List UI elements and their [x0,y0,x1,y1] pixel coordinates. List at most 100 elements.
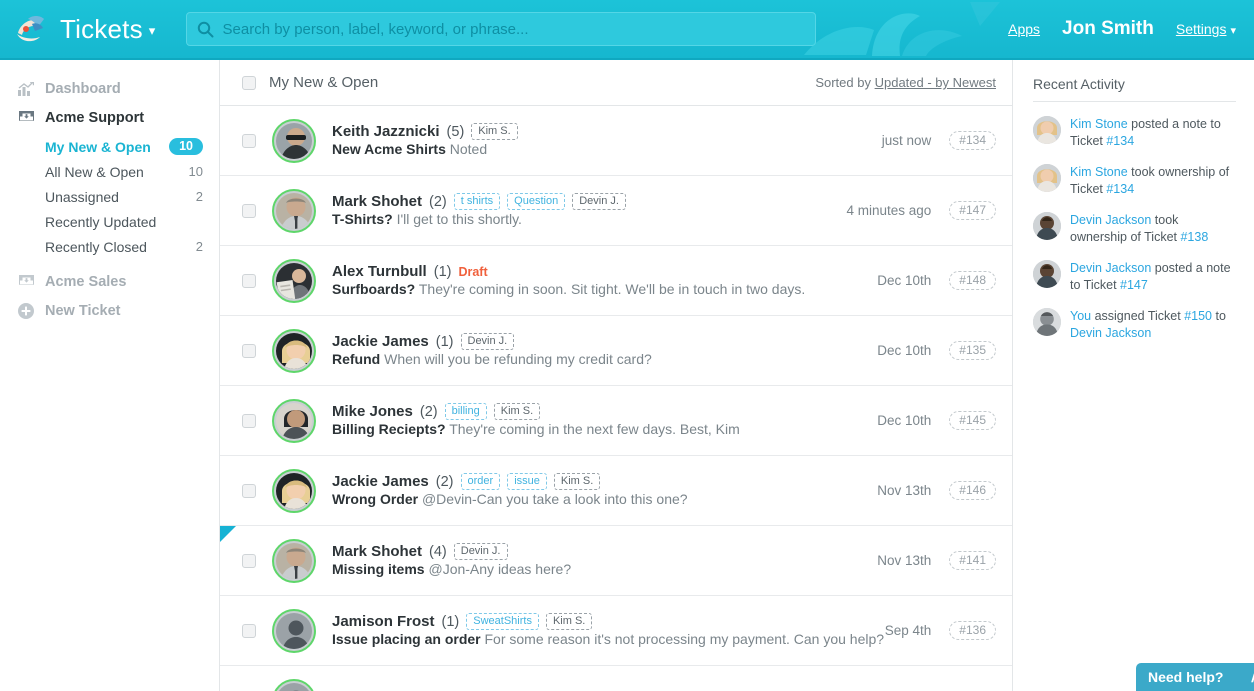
select-all-checkbox[interactable] [242,75,256,90]
need-help-button[interactable]: Need help? ∧ [1136,663,1254,691]
sidebar-item-acme-sales[interactable]: Acme Sales [0,267,219,296]
activity-action-text: assigned Ticket [1091,309,1185,323]
table-row[interactable]: Mark Shohet (4) Devin J. Missing items @… [220,526,1012,596]
row-tag[interactable]: Kim S. [553,473,601,490]
row-customer-name: Mark Shohet [332,193,423,210]
search-input[interactable] [222,20,805,38]
sidebar-folder-count: 2 [195,189,203,204]
sidebar-item-recently-closed[interactable]: Recently Closed 2 [0,234,219,259]
table-row[interactable] [220,666,1012,691]
row-checkbox[interactable] [242,553,256,568]
row-preview: @Jon-Any ideas here? [428,561,572,577]
row-meta: Dec 10th #145 [865,411,996,430]
recent-activity-panel: Recent Activity Kim Stone posted a note … [1013,60,1254,691]
activity-ticket-link[interactable]: #138 [1180,230,1208,244]
activity-actor-link[interactable]: Kim Stone [1070,117,1128,131]
row-preview-line: Issue placing an order For some reason i… [332,631,884,647]
brand-caret-icon[interactable]: ▾ [149,23,156,38]
chevron-down-icon: ▾ [1230,25,1236,37]
list-item[interactable]: Devin Jackson posted a note to Ticket #1… [1033,260,1236,294]
row-checkbox[interactable] [242,203,256,218]
current-user-name[interactable]: Jon Smith [1062,18,1154,40]
activity-actor-link[interactable]: You [1070,309,1091,323]
table-row[interactable]: Jackie James (2) order issue Kim S. Wron… [220,456,1012,526]
activity-actor-link[interactable]: Devin Jackson [1070,213,1151,227]
row-tag[interactable]: Kim S. [471,123,518,140]
row-customer-name: Jackie James [332,473,429,490]
list-item[interactable]: You assigned Ticket #150 to Devin Jackso… [1033,308,1236,342]
row-tag[interactable]: Kim S. [493,403,541,420]
sidebar-folder-list: My New & Open 10 All New & Open 10 Unass… [0,134,219,259]
table-row[interactable]: Mark Shohet (2) t shirts Question Devin … [220,176,1012,246]
row-checkbox[interactable] [242,623,256,638]
activity-ticket-link[interactable]: #150 [1184,309,1212,323]
activity-actor-link[interactable]: Kim Stone [1070,165,1128,179]
settings-link[interactable]: Settings ▾ [1176,21,1236,37]
row-tag[interactable]: order [460,473,501,490]
row-timestamp: Dec 10th [877,413,932,428]
table-row[interactable]: Mike Jones (2) billing Kim S. Billing Re… [220,386,1012,456]
row-checkbox[interactable] [242,343,256,358]
search-box[interactable] [185,12,816,46]
row-checkbox[interactable] [242,413,256,428]
inbox-icon [16,110,36,125]
list-item[interactable]: Devin Jackson took ownership of Ticket #… [1033,212,1236,246]
row-timestamp: Sep 4th [884,623,932,638]
row-timestamp: Dec 10th [877,273,932,288]
logo-area[interactable]: Tickets ▾ [0,13,156,45]
activity-ticket-link[interactable]: #147 [1120,278,1148,292]
activity-assignee-link[interactable]: Devin Jackson [1070,326,1151,340]
row-tag[interactable]: billing [444,403,487,420]
sidebar-item-all-new-and-open[interactable]: All New & Open 10 [0,159,219,184]
activity-ticket-link[interactable]: #134 [1106,134,1134,148]
row-checkbox[interactable] [242,133,256,148]
row-checkbox[interactable] [242,273,256,288]
row-subject: T-Shirts? [332,211,393,227]
row-ticket-id: #145 [949,411,996,430]
row-ticket-id: #141 [949,551,996,570]
avatar-image [276,612,312,649]
sidebar-item-unassigned[interactable]: Unassigned 2 [0,184,219,209]
table-row[interactable]: Jamison Frost (1) SweatShirts Kim S. Iss… [220,596,1012,666]
sort-value-link[interactable]: Updated - by Newest [875,75,996,90]
sidebar-item-my-new-and-open[interactable]: My New & Open 10 [0,134,219,159]
table-row[interactable]: Keith Jazznicki (5) Kim S. New Acme Shir… [220,106,1012,176]
row-tag[interactable]: issue [507,473,547,490]
activity-text: Devin Jackson posted a note to Ticket #1… [1070,260,1236,294]
list-item[interactable]: Kim Stone took ownership of Ticket #134 [1033,164,1236,198]
list-item[interactable]: Kim Stone posted a note to Ticket #134 [1033,116,1236,150]
sidebar-item-dashboard[interactable]: Dashboard [0,74,219,103]
row-tag[interactable]: t shirts [453,193,501,210]
row-tag[interactable]: Devin J. [460,333,515,350]
avatar-image [276,542,312,579]
sidebar-item-recently-updated[interactable]: Recently Updated [0,209,219,234]
apps-link[interactable]: Apps [1008,21,1040,37]
row-tag[interactable]: SweatShirts [466,613,539,630]
activity-actor-link[interactable]: Devin Jackson [1070,261,1151,275]
sidebar-folder-badge: 10 [169,138,203,155]
row-customer-name: Jamison Frost [332,613,435,630]
avatar [1033,164,1061,192]
row-tag[interactable]: Devin J. [453,543,508,560]
avatar [272,328,316,373]
activity-ticket-link[interactable]: #134 [1106,182,1134,196]
row-tag[interactable]: Devin J. [572,193,626,210]
activity-text: Kim Stone posted a note to Ticket #134 [1070,116,1236,150]
sidebar-item-new-ticket[interactable]: New Ticket [0,296,219,325]
row-tag[interactable]: Kim S. [545,613,593,630]
table-row[interactable]: Alex Turnbull (1) Draft Surfboards? They… [220,246,1012,316]
row-tag[interactable]: Question [507,193,566,210]
sidebar-item-acme-support[interactable]: Acme Support [0,103,219,132]
sidebar-acme-support-label: Acme Support [45,109,145,126]
row-checkbox[interactable] [242,483,256,498]
sidebar-folder-label: Recently Updated [45,213,157,230]
table-row[interactable]: Jackie James (1) Devin J. Refund When wi… [220,316,1012,386]
settings-label: Settings [1175,21,1227,37]
activity-text: Kim Stone took ownership of Ticket #134 [1070,164,1236,198]
avatar [272,468,316,513]
row-draft-badge: Draft [458,264,488,279]
row-preview-line: T-Shirts? I'll get to this shortly. [332,211,522,227]
row-preview-line: Wrong Order @Devin-Can you take a look i… [332,491,688,507]
sidebar-folder-count: 2 [195,239,203,254]
